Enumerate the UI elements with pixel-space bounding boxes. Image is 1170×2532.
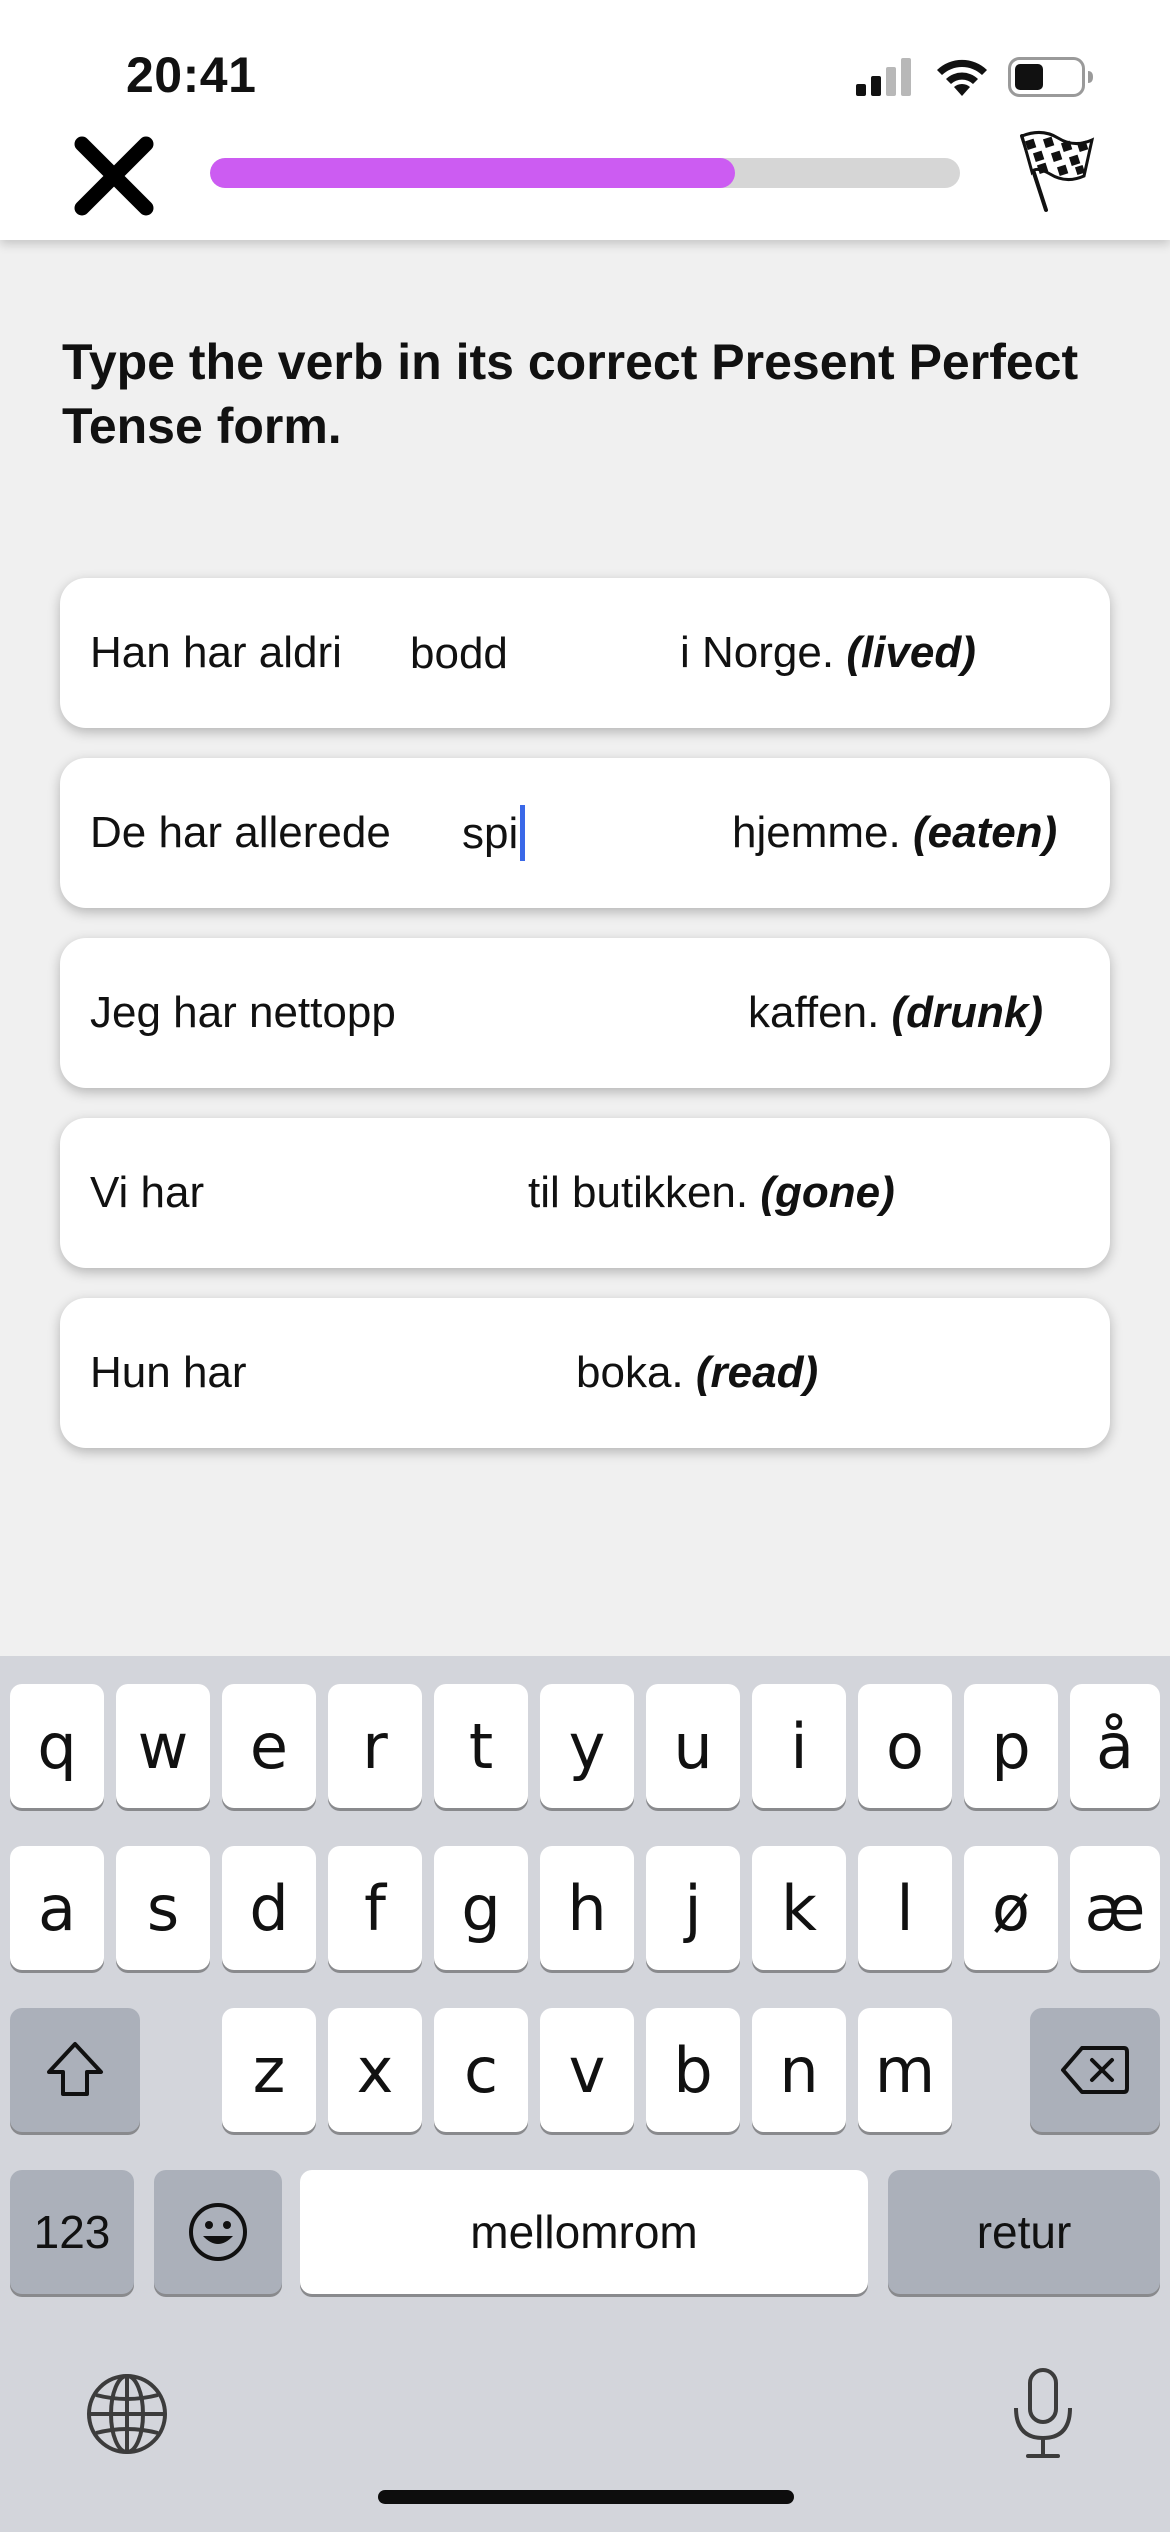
shift-key[interactable] — [10, 2008, 140, 2132]
key-f[interactable]: f — [328, 1846, 422, 1970]
battery-icon — [1008, 57, 1093, 97]
key-i[interactable]: i — [752, 1684, 846, 1808]
exercise-card-3: Jeg har nettopp kaffen. (drunk) — [60, 938, 1110, 1088]
sentence-suffix: til butikken. (gone) — [528, 1168, 895, 1218]
sentence-suffix: hjemme. (eaten) — [732, 808, 1057, 858]
key-w[interactable]: w — [116, 1684, 210, 1808]
progress-bar — [210, 158, 960, 188]
text-cursor — [520, 805, 525, 861]
verb-hint: (read) — [695, 1348, 819, 1397]
suffix-text: i Norge. — [680, 628, 835, 677]
sentence-prefix: Han har aldri — [90, 628, 342, 677]
sentence-prefix: De har allerede — [90, 808, 391, 857]
exercise-card-4: Vi har til butikken. (gone) — [60, 1118, 1110, 1268]
key-c[interactable]: c — [434, 2008, 528, 2132]
suffix-text: boka. — [576, 1348, 684, 1397]
sentence-prefix: Jeg har nettopp — [90, 988, 396, 1037]
verb-hint: (lived) — [846, 628, 976, 677]
wifi-icon — [937, 59, 987, 96]
verb-hint: (gone) — [760, 1168, 895, 1217]
sentence-prefix: Vi har — [90, 1168, 205, 1217]
verb-hint: (drunk) — [891, 988, 1044, 1037]
key-o-slash[interactable]: ø — [964, 1846, 1058, 1970]
top-bar: 20:41 — [0, 0, 1170, 240]
status-time: 20:41 — [126, 47, 257, 103]
suffix-text: hjemme. — [732, 808, 901, 857]
verb-hint: (eaten) — [912, 808, 1058, 857]
key-l[interactable]: l — [858, 1846, 952, 1970]
suffix-text: kaffen. — [748, 988, 880, 1037]
key-v[interactable]: v — [540, 2008, 634, 2132]
key-ae[interactable]: æ — [1070, 1846, 1160, 1970]
key-a-ring[interactable]: å — [1070, 1684, 1160, 1808]
sentence-suffix: kaffen. (drunk) — [748, 988, 1043, 1038]
backspace-icon — [1061, 2046, 1129, 2094]
answer-input-3[interactable] — [460, 978, 760, 1050]
globe-icon[interactable] — [84, 2371, 170, 2457]
answer-input-1[interactable] — [410, 618, 700, 690]
suffix-text: til butikken. — [528, 1168, 749, 1217]
key-o[interactable]: o — [858, 1684, 952, 1808]
key-p[interactable]: p — [964, 1684, 1058, 1808]
key-q[interactable]: q — [10, 1684, 104, 1808]
key-g[interactable]: g — [434, 1846, 528, 1970]
key-x[interactable]: x — [328, 2008, 422, 2132]
key-r[interactable]: r — [328, 1684, 422, 1808]
onscreen-keyboard: q w e r t y u i o p å a s d f g h j k l … — [0, 1656, 1170, 2532]
key-e[interactable]: e — [222, 1684, 316, 1808]
sentence-suffix: i Norge. (lived) — [680, 628, 976, 678]
backspace-key[interactable] — [1030, 2008, 1160, 2132]
key-j[interactable]: j — [646, 1846, 740, 1970]
cellular-signal-icon — [856, 58, 911, 96]
exercise-card-2: De har allerede hjemme. (eaten) — [60, 758, 1110, 908]
key-h[interactable]: h — [540, 1846, 634, 1970]
emoji-icon — [189, 2203, 247, 2261]
close-button[interactable] — [66, 128, 162, 224]
emoji-key[interactable] — [154, 2170, 282, 2294]
key-n[interactable]: n — [752, 2008, 846, 2132]
key-k[interactable]: k — [752, 1846, 846, 1970]
numbers-key[interactable]: 123 — [10, 2170, 134, 2294]
key-t[interactable]: t — [434, 1684, 528, 1808]
close-icon — [74, 136, 154, 216]
sentence-suffix: boka. (read) — [576, 1348, 818, 1398]
key-z[interactable]: z — [222, 2008, 316, 2132]
key-u[interactable]: u — [646, 1684, 740, 1808]
checkered-flag-icon[interactable] — [1012, 128, 1098, 214]
space-key[interactable]: mellomrom — [300, 2170, 868, 2294]
key-s[interactable]: s — [116, 1846, 210, 1970]
exercise-card-1: Han har aldri i Norge. (lived) — [60, 578, 1110, 728]
return-key[interactable]: retur — [888, 2170, 1160, 2294]
key-y[interactable]: y — [540, 1684, 634, 1808]
key-a[interactable]: a — [10, 1846, 104, 1970]
progress-bar-fill — [210, 158, 735, 188]
key-b[interactable]: b — [646, 2008, 740, 2132]
key-m[interactable]: m — [858, 2008, 952, 2132]
answer-input-5[interactable] — [280, 1338, 580, 1410]
home-indicator — [378, 2490, 794, 2504]
sentence-prefix: Hun har — [90, 1348, 247, 1397]
key-d[interactable]: d — [222, 1846, 316, 1970]
microphone-icon[interactable] — [1008, 2366, 1078, 2462]
answer-input-4[interactable] — [260, 1158, 560, 1230]
exercise-card-5: Hun har boka. (read) — [60, 1298, 1110, 1448]
instruction-text: Type the verb in its correct Present Per… — [62, 334, 1079, 454]
shift-icon — [47, 2042, 103, 2096]
answer-input-2[interactable] — [462, 798, 752, 870]
